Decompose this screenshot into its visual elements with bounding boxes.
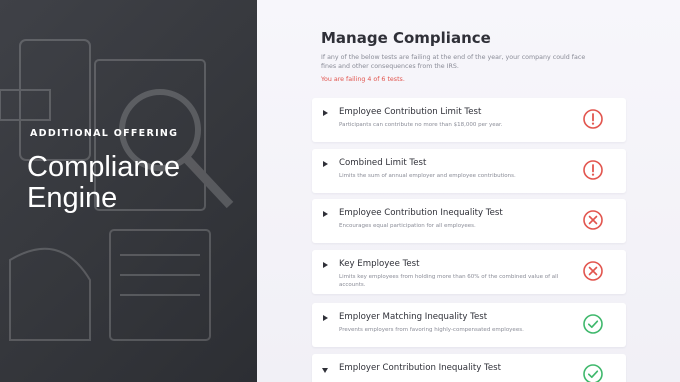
test-card[interactable]: Employer Matching Inequality Test Prevent… — [312, 303, 626, 347]
x-circle-icon — [582, 209, 604, 231]
caret-right-icon[interactable] — [323, 262, 328, 268]
test-title: Employee Contribution Inequality Test — [339, 208, 503, 218]
test-title: Combined Limit Test — [339, 158, 427, 168]
offering-title: Compliance Engine — [27, 152, 180, 214]
page-title: Manage Compliance — [321, 29, 491, 47]
test-card[interactable]: Employee Contribution Inequality Test Enc… — [312, 199, 626, 243]
failing-summary: You are failing 4 of 6 tests. — [321, 76, 405, 83]
test-card[interactable]: Employer Contribution Inequality Test — [312, 354, 626, 382]
check-circle-icon — [582, 313, 604, 335]
compliance-panel: Manage Compliance If any of the below te… — [257, 0, 680, 382]
offering-title-line1: Compliance — [27, 151, 181, 183]
caret-down-icon[interactable] — [322, 368, 328, 373]
test-description: Limits key employees from holding more t… — [339, 274, 559, 288]
x-circle-icon — [582, 260, 604, 282]
test-description: Participants can contribute no more than… — [339, 122, 503, 128]
caret-right-icon[interactable] — [323, 161, 328, 167]
test-description: Limits the sum of annual employer and em… — [339, 173, 516, 179]
test-description: Encourages equal participation for all e… — [339, 223, 476, 229]
exclamation-circle-icon — [582, 159, 604, 181]
test-title: Key Employee Test — [339, 259, 420, 269]
compliance-description: If any of the below tests are failing at… — [321, 54, 586, 70]
test-title: Employer Matching Inequality Test — [339, 312, 488, 322]
test-title: Employer Contribution Inequality Test — [339, 363, 501, 373]
exclamation-circle-icon — [582, 108, 604, 130]
offering-panel: ADDITIONAL OFFERING Compliance Engine — [0, 0, 257, 382]
check-circle-icon — [582, 363, 604, 382]
caret-right-icon[interactable] — [323, 315, 328, 321]
test-card[interactable]: Employee Contribution Limit Test Particip… — [312, 98, 626, 142]
offering-title-line2: Engine — [27, 182, 118, 214]
caret-right-icon[interactable] — [323, 211, 328, 217]
test-card[interactable]: Combined Limit Test Limits the sum of ann… — [312, 149, 626, 193]
test-description: Prevents employers from favoring highly-… — [339, 327, 524, 333]
offering-eyebrow: ADDITIONAL OFFERING — [30, 128, 179, 139]
test-title: Employee Contribution Limit Test — [339, 107, 482, 117]
caret-right-icon[interactable] — [323, 110, 328, 116]
test-card[interactable]: Key Employee Test Limits key employees fr… — [312, 250, 626, 294]
